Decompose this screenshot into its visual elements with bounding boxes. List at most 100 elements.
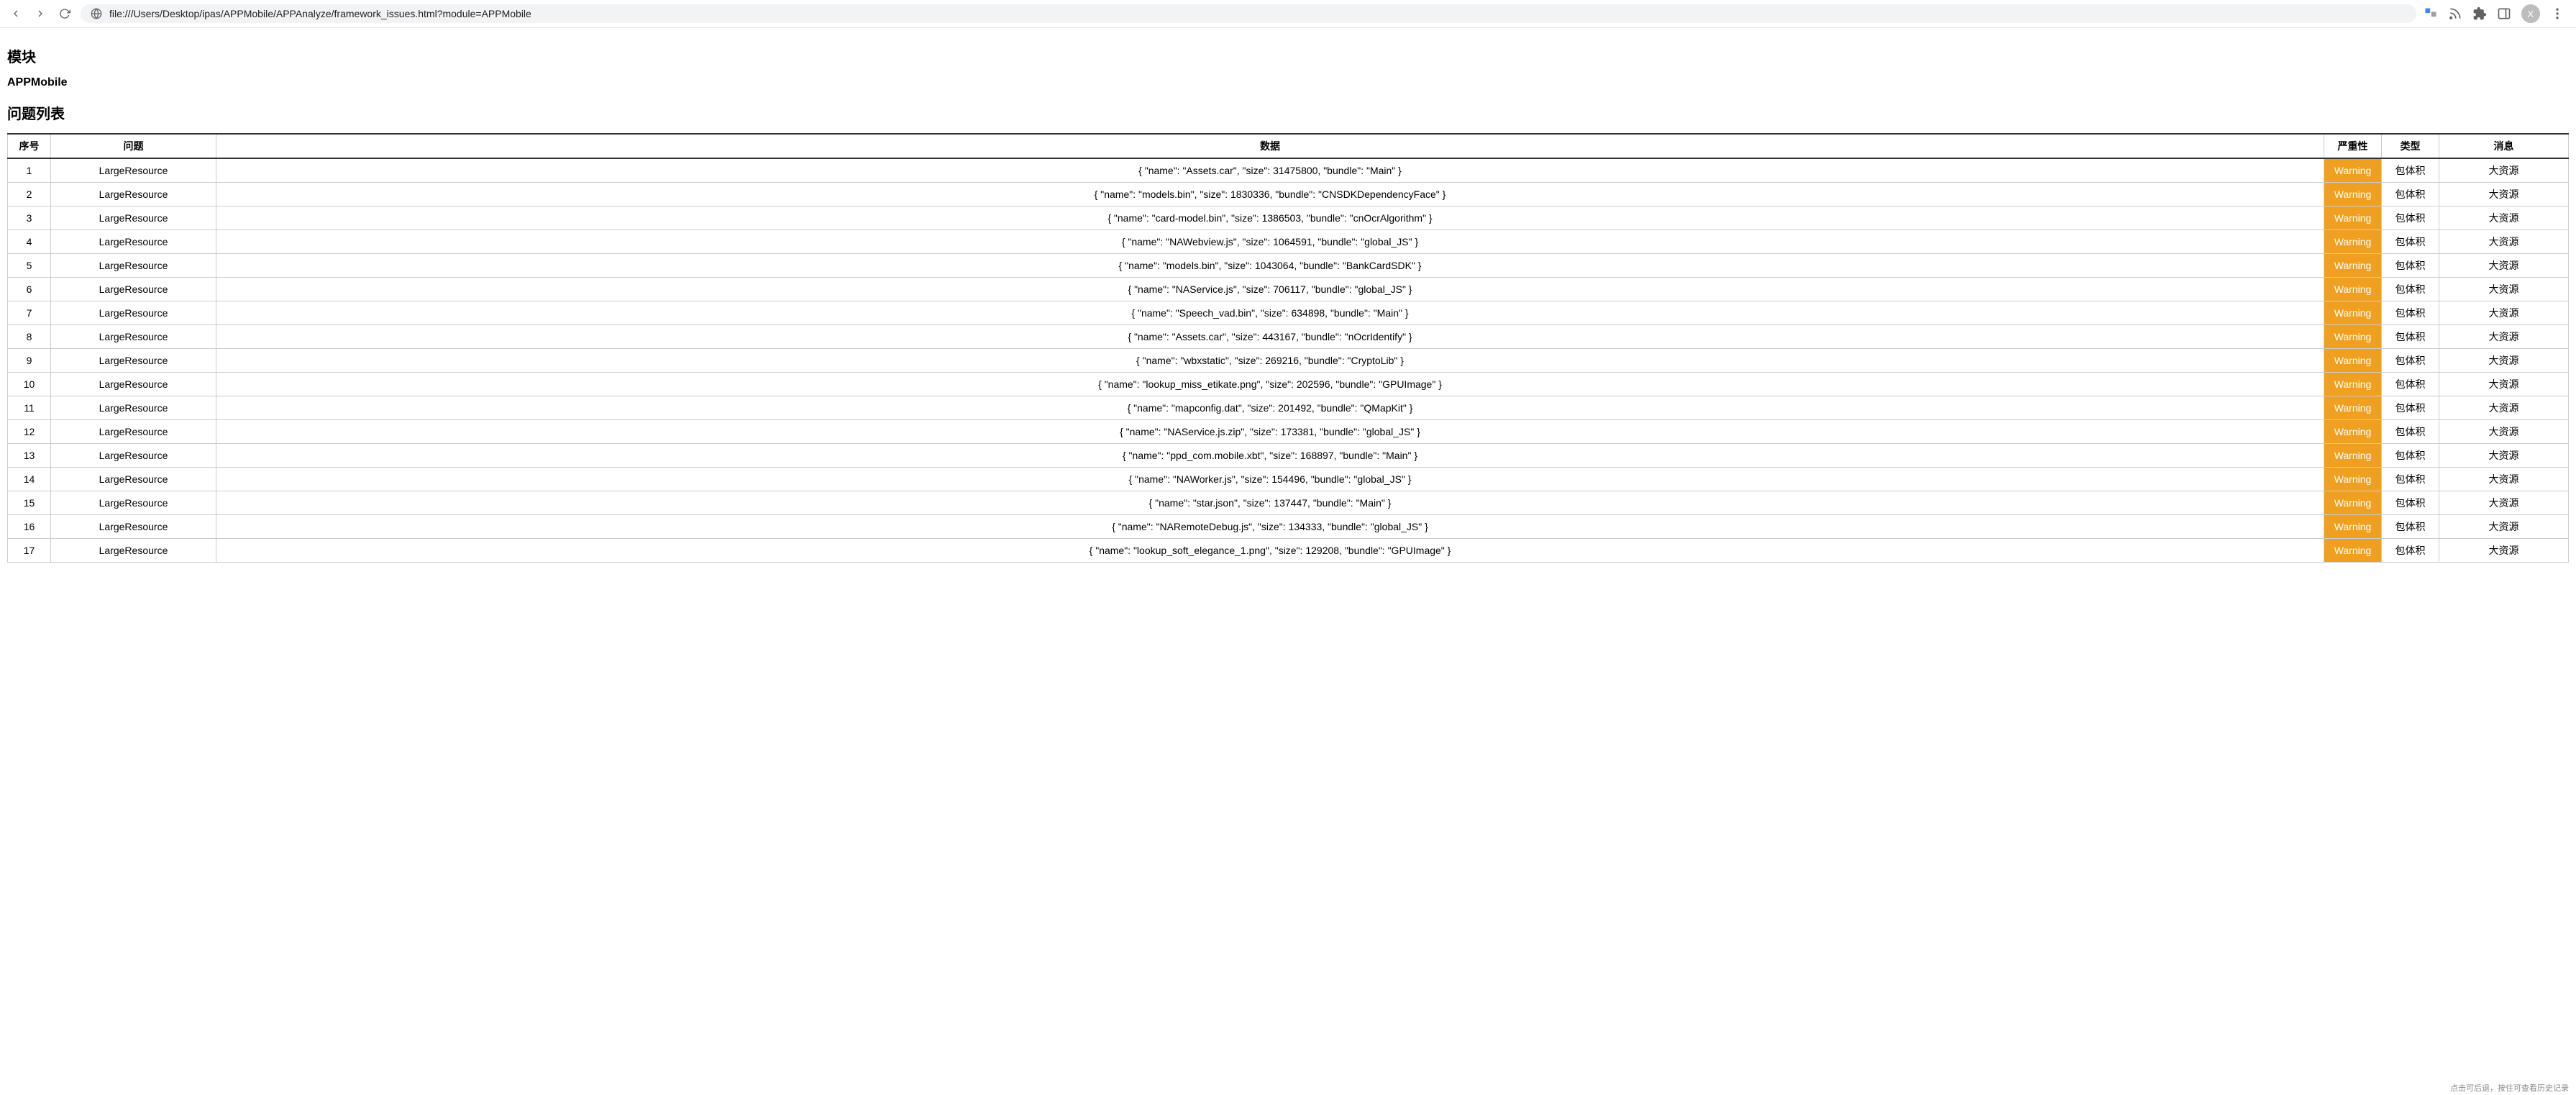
list-title: 问题列表 [7, 102, 2569, 123]
cell-type: 包体积 [2382, 183, 2439, 206]
cell-issue: LargeResource [51, 420, 216, 444]
extensions-icon[interactable] [2472, 6, 2487, 21]
footer-hint: 点击可后退，按住可查看历史记录 [2450, 1082, 2569, 1094]
table-row: 1LargeResource{ "name": "Assets.car", "s… [8, 158, 2569, 183]
table-row: 3LargeResource{ "name": "card-model.bin"… [8, 206, 2569, 230]
cell-index: 13 [8, 444, 51, 468]
header-index: 序号 [8, 134, 51, 158]
cell-severity: Warning [2324, 373, 2382, 396]
cell-data: { "name": "ppd_com.mobile.xbt", "size": … [216, 444, 2324, 468]
cell-index: 3 [8, 206, 51, 230]
cell-severity: Warning [2324, 254, 2382, 278]
address-bar[interactable]: file:///Users/Desktop/ipas/APPMobile/APP… [81, 4, 2416, 23]
table-row: 10LargeResource{ "name": "lookup_miss_et… [8, 373, 2569, 396]
cell-severity: Warning [2324, 230, 2382, 254]
cell-data: { "name": "NAService.js.zip", "size": 17… [216, 420, 2324, 444]
cell-index: 4 [8, 230, 51, 254]
translate-icon[interactable] [2424, 6, 2438, 21]
reload-button[interactable] [56, 5, 73, 22]
cell-data: { "name": "Assets.car", "size": 31475800… [216, 158, 2324, 183]
forward-button[interactable] [32, 5, 49, 22]
table-row: 6LargeResource{ "name": "NAService.js", … [8, 278, 2569, 301]
table-row: 12LargeResource{ "name": "NAService.js.z… [8, 420, 2569, 444]
cell-data: { "name": "mapconfig.dat", "size": 20149… [216, 396, 2324, 420]
cell-type: 包体积 [2382, 301, 2439, 325]
menu-icon[interactable] [2550, 6, 2564, 21]
cell-type: 包体积 [2382, 254, 2439, 278]
table-row: 17LargeResource{ "name": "lookup_soft_el… [8, 539, 2569, 563]
cell-type: 包体积 [2382, 539, 2439, 563]
table-row: 15LargeResource{ "name": "star.json", "s… [8, 491, 2569, 515]
cell-message: 大资源 [2439, 278, 2569, 301]
cell-type: 包体积 [2382, 420, 2439, 444]
cell-severity: Warning [2324, 183, 2382, 206]
toolbar-right: X [2424, 4, 2569, 23]
cell-issue: LargeResource [51, 491, 216, 515]
cell-severity: Warning [2324, 206, 2382, 230]
cell-severity: Warning [2324, 301, 2382, 325]
header-issue: 问题 [51, 134, 216, 158]
header-data: 数据 [216, 134, 2324, 158]
sidebar-icon[interactable] [2497, 6, 2511, 21]
cell-type: 包体积 [2382, 444, 2439, 468]
cell-message: 大资源 [2439, 301, 2569, 325]
cell-issue: LargeResource [51, 278, 216, 301]
cell-data: { "name": "Assets.car", "size": 443167, … [216, 325, 2324, 349]
cell-index: 11 [8, 396, 51, 420]
cell-type: 包体积 [2382, 373, 2439, 396]
cell-message: 大资源 [2439, 515, 2569, 539]
table-row: 2LargeResource{ "name": "models.bin", "s… [8, 183, 2569, 206]
cell-data: { "name": "models.bin", "size": 1043064,… [216, 254, 2324, 278]
cell-data: { "name": "lookup_soft_elegance_1.png", … [216, 539, 2324, 563]
cell-message: 大资源 [2439, 206, 2569, 230]
cell-data: { "name": "NAWorker.js", "size": 154496,… [216, 468, 2324, 491]
cell-index: 5 [8, 254, 51, 278]
cell-issue: LargeResource [51, 158, 216, 183]
cell-message: 大资源 [2439, 183, 2569, 206]
module-name: APPMobile [7, 76, 2569, 89]
cell-issue: LargeResource [51, 206, 216, 230]
cell-message: 大资源 [2439, 468, 2569, 491]
cell-severity: Warning [2324, 468, 2382, 491]
cell-message: 大资源 [2439, 420, 2569, 444]
cell-data: { "name": "NARemoteDebug.js", "size": 13… [216, 515, 2324, 539]
cell-severity: Warning [2324, 396, 2382, 420]
cell-type: 包体积 [2382, 349, 2439, 373]
cell-index: 16 [8, 515, 51, 539]
cell-issue: LargeResource [51, 230, 216, 254]
cell-message: 大资源 [2439, 230, 2569, 254]
cell-index: 7 [8, 301, 51, 325]
cell-data: { "name": "star.json", "size": 137447, "… [216, 491, 2324, 515]
rss-icon[interactable] [2448, 6, 2462, 21]
cell-message: 大资源 [2439, 158, 2569, 183]
cell-type: 包体积 [2382, 396, 2439, 420]
cell-type: 包体积 [2382, 158, 2439, 183]
cell-severity: Warning [2324, 278, 2382, 301]
cell-type: 包体积 [2382, 278, 2439, 301]
cell-issue: LargeResource [51, 325, 216, 349]
table-row: 5LargeResource{ "name": "models.bin", "s… [8, 254, 2569, 278]
cell-severity: Warning [2324, 158, 2382, 183]
cell-issue: LargeResource [51, 301, 216, 325]
avatar[interactable]: X [2521, 4, 2540, 23]
browser-toolbar: file:///Users/Desktop/ipas/APPMobile/APP… [0, 0, 2576, 28]
table-row: 7LargeResource{ "name": "Speech_vad.bin"… [8, 301, 2569, 325]
cell-data: { "name": "NAWebview.js", "size": 106459… [216, 230, 2324, 254]
table-row: 11LargeResource{ "name": "mapconfig.dat"… [8, 396, 2569, 420]
table-row: 13LargeResource{ "name": "ppd_com.mobile… [8, 444, 2569, 468]
cell-type: 包体积 [2382, 515, 2439, 539]
cell-severity: Warning [2324, 349, 2382, 373]
cell-index: 2 [8, 183, 51, 206]
cell-issue: LargeResource [51, 539, 216, 563]
cell-issue: LargeResource [51, 373, 216, 396]
cell-message: 大资源 [2439, 396, 2569, 420]
cell-message: 大资源 [2439, 349, 2569, 373]
cell-type: 包体积 [2382, 325, 2439, 349]
table-row: 14LargeResource{ "name": "NAWorker.js", … [8, 468, 2569, 491]
cell-index: 6 [8, 278, 51, 301]
cell-index: 17 [8, 539, 51, 563]
back-button[interactable] [7, 5, 24, 22]
cell-issue: LargeResource [51, 444, 216, 468]
issues-table: 序号 问题 数据 严重性 类型 消息 1LargeResource{ "name… [7, 133, 2569, 563]
cell-type: 包体积 [2382, 230, 2439, 254]
